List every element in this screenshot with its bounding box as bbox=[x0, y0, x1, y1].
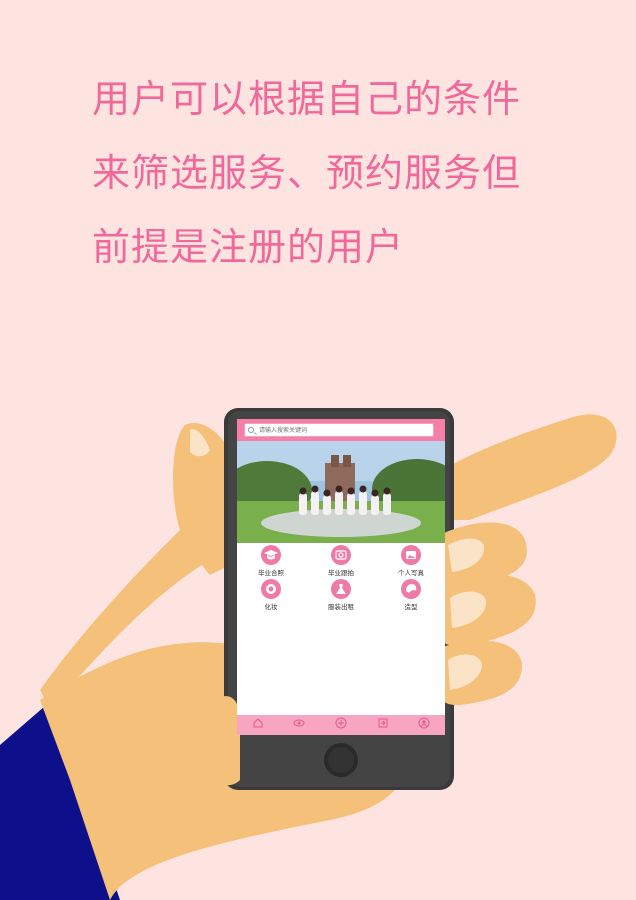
category-label: 造型 bbox=[404, 603, 418, 611]
camera-icon bbox=[331, 545, 351, 565]
makeup-icon bbox=[261, 579, 281, 599]
category-grid: 毕业合照 毕业跟拍 个人写真 化妆 服装出租 造型 bbox=[237, 543, 445, 615]
tab-login[interactable] bbox=[362, 715, 404, 735]
portrait-icon bbox=[401, 545, 421, 565]
search-icon bbox=[248, 427, 254, 433]
category-label: 毕业跟拍 bbox=[328, 569, 354, 577]
tab-view[interactable] bbox=[279, 715, 321, 735]
category-item[interactable]: 个人写真 bbox=[381, 545, 441, 579]
category-item[interactable]: 毕业合照 bbox=[241, 545, 301, 579]
category-item[interactable]: 毕业跟拍 bbox=[311, 545, 371, 579]
phone-screen: 请输入搜索关键词 毕业合照 毕业跟拍 个人写真 化妆 服装出租 造型 bbox=[237, 419, 445, 735]
category-label: 化妆 bbox=[264, 603, 278, 611]
category-item[interactable]: 造型 bbox=[381, 579, 441, 613]
login-icon bbox=[378, 718, 388, 728]
dress-icon bbox=[331, 579, 351, 599]
search-placeholder: 请输入搜索关键词 bbox=[259, 427, 308, 434]
search-input[interactable]: 请输入搜索关键词 bbox=[244, 423, 434, 437]
search-bar: 请输入搜索关键词 bbox=[237, 419, 445, 441]
user-icon bbox=[418, 717, 430, 729]
tab-profile[interactable] bbox=[403, 715, 445, 735]
category-item[interactable]: 化妆 bbox=[241, 579, 301, 613]
graduation-cap-icon bbox=[261, 545, 281, 565]
hairstyle-icon bbox=[401, 579, 421, 599]
plus-icon bbox=[335, 717, 347, 729]
tab-add[interactable] bbox=[320, 715, 362, 735]
category-item[interactable]: 服装出租 bbox=[311, 579, 371, 613]
bottom-tab-bar bbox=[237, 715, 445, 735]
banner-photo[interactable] bbox=[237, 441, 445, 543]
eye-icon bbox=[293, 719, 305, 727]
category-label: 服装出租 bbox=[328, 603, 354, 611]
category-label: 毕业合照 bbox=[258, 569, 284, 577]
category-label: 个人写真 bbox=[398, 569, 424, 577]
home-icon bbox=[253, 718, 263, 728]
tab-home[interactable] bbox=[237, 715, 279, 735]
